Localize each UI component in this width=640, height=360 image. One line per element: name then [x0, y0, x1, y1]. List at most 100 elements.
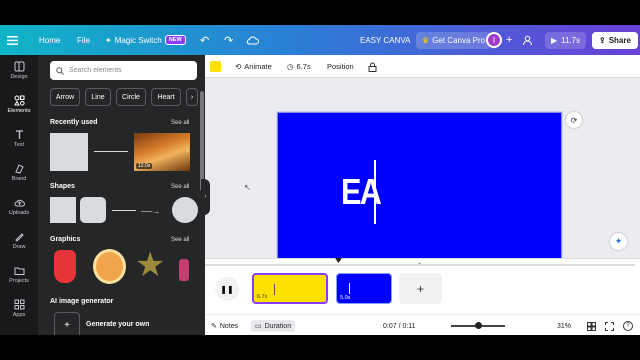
elements-icon	[13, 95, 25, 106]
animate-button[interactable]: ⟲ Animate	[235, 55, 272, 78]
magic-switch-label: Magic Switch	[114, 35, 162, 45]
recent-square-shape[interactable]	[50, 133, 88, 171]
duration-value: 6.7s	[296, 62, 311, 71]
grid-view-icon[interactable]	[587, 315, 596, 335]
design-page[interactable]: EA	[276, 111, 563, 272]
shape-circle[interactable]	[172, 197, 198, 223]
timeline-scrubber[interactable]	[205, 264, 635, 266]
zoom-level[interactable]: 31%	[557, 315, 571, 335]
recent-next-arrow[interactable]: ›	[186, 145, 189, 155]
notes-icon: ✎	[211, 323, 217, 330]
play-button[interactable]: ▶ 11.7s	[545, 25, 587, 55]
left-rail: Design Elements Text Brand Uploads Draw …	[0, 55, 38, 335]
add-page-button[interactable]: +	[399, 273, 442, 304]
share-button[interactable]: ⇪ Share	[592, 25, 638, 55]
chip-circle[interactable]: Circle	[116, 88, 146, 106]
zoom-slider-thumb[interactable]	[475, 322, 482, 329]
playhead-marker[interactable]	[335, 258, 342, 263]
undo-icon[interactable]: ↶	[200, 25, 209, 55]
magic-wand-icon: ✦	[105, 35, 112, 45]
add-collaborator-button[interactable]: +	[506, 25, 512, 55]
duration-button[interactable]: ◷ 6.7s	[287, 55, 311, 78]
shape-square[interactable]	[50, 197, 76, 223]
color-swatch[interactable]	[210, 55, 221, 78]
see-all-graphics-link[interactable]: See all	[171, 237, 189, 243]
rail-projects[interactable]: Projects	[0, 265, 38, 284]
get-canva-pro-button[interactable]: ♛ Get Canva Pro	[416, 25, 492, 55]
mouse-pointer-icon: ↖	[244, 183, 251, 192]
chips-next-arrow[interactable]: ›	[186, 88, 198, 106]
rail-label: Design	[10, 74, 28, 80]
pause-button[interactable]: ❚❚	[215, 277, 239, 301]
zoom-slider[interactable]	[451, 315, 505, 335]
recent-video-thumbnail[interactable]: 12.0s	[134, 133, 190, 171]
color-swatch-fill	[210, 61, 221, 72]
rail-draw[interactable]: Draw	[0, 231, 38, 250]
text-icon	[15, 130, 23, 139]
rail-uploads[interactable]: Uploads	[0, 197, 38, 216]
crown-icon: ♛	[422, 35, 430, 45]
position-button[interactable]: Position	[327, 55, 354, 78]
cloud-saved-icon[interactable]	[246, 25, 259, 55]
collaborator-icon[interactable]	[522, 25, 533, 55]
shape-line[interactable]	[112, 210, 136, 211]
notes-label: Notes	[219, 322, 239, 330]
generate-your-own-label[interactable]: Generate your own	[86, 321, 149, 328]
animate-icon: ⟲	[235, 62, 242, 71]
shape-rounded-square[interactable]	[80, 197, 106, 223]
magic-switch-button[interactable]: ✦ Magic Switch NEW	[105, 25, 186, 55]
pen-icon	[14, 233, 24, 242]
clip-2-text-marker	[349, 283, 350, 294]
rail-design[interactable]: Design	[0, 61, 38, 80]
lock-icon[interactable]	[368, 55, 377, 78]
chip-heart[interactable]: Heart	[151, 88, 181, 106]
rail-brand[interactable]: Brand	[0, 163, 38, 182]
timeline-clip-1[interactable]: 6.7s	[252, 273, 328, 304]
bottom-bar: ✎ Notes ▭ Duration 0:07 / 0:11 31% ?	[205, 314, 640, 335]
ai-generator-title: AI image generator	[50, 298, 114, 305]
fullscreen-icon[interactable]	[605, 315, 614, 335]
recent-line-shape[interactable]	[94, 151, 128, 152]
chip-arrow[interactable]: Arrow	[50, 88, 80, 106]
canva-editor: Home File ✦ Magic Switch NEW ↶ ↷ EASY CA…	[0, 25, 640, 335]
home-button[interactable]: Home	[39, 25, 60, 55]
graphic-star[interactable]: ★	[135, 248, 165, 282]
file-menu[interactable]: File	[77, 25, 90, 55]
rail-label: Brand	[11, 176, 27, 182]
graphic-bottle[interactable]	[179, 259, 189, 281]
graphic-salt-shaker[interactable]	[54, 250, 76, 283]
design-title[interactable]: EASY CANVA	[360, 25, 410, 55]
rail-text[interactable]: Text	[0, 129, 38, 148]
collapse-panel-handle[interactable]: ‹	[201, 179, 210, 215]
see-all-recent-link[interactable]: See all	[171, 120, 189, 126]
apps-grid-icon	[14, 299, 24, 310]
timeline-clip-2[interactable]: 5.0s	[336, 273, 392, 304]
rail-elements[interactable]: Elements	[0, 95, 38, 114]
panel-scrollbar[interactable]	[200, 91, 204, 191]
magic-assistant-icon[interactable]: ✦	[610, 233, 627, 250]
rail-label: Projects	[9, 278, 29, 284]
see-all-shapes-link[interactable]: See all	[171, 184, 189, 190]
animate-label: Animate	[244, 62, 272, 71]
shape-arrow[interactable]: ──→	[141, 207, 160, 216]
menu-icon[interactable]	[7, 25, 18, 55]
graphic-badge-sticker[interactable]	[93, 249, 126, 284]
help-icon[interactable]: ?	[623, 315, 633, 335]
redo-icon[interactable]: ↷	[224, 25, 233, 55]
generate-plus-icon[interactable]: +	[54, 312, 80, 335]
clip-2-duration: 5.0s	[340, 295, 351, 301]
user-avatar[interactable]: I	[486, 25, 502, 55]
notes-button[interactable]: ✎ Notes	[211, 315, 238, 335]
search-input[interactable]: Search elements	[50, 61, 197, 80]
folder-icon	[14, 267, 24, 275]
new-badge: NEW	[164, 35, 186, 45]
rotate-refresh-icon[interactable]: ⟳	[566, 112, 582, 128]
zoom-slider-track	[451, 322, 505, 329]
duration-view-label: Duration	[264, 322, 292, 330]
rail-apps[interactable]: Apps	[0, 299, 38, 318]
play-icon: ▶	[551, 35, 558, 45]
graphics-title: Graphics	[50, 236, 81, 243]
clip-1-duration: 6.7s	[257, 294, 268, 300]
duration-view-button[interactable]: ▭ Duration	[251, 315, 296, 335]
chip-line[interactable]: Line	[85, 88, 111, 106]
